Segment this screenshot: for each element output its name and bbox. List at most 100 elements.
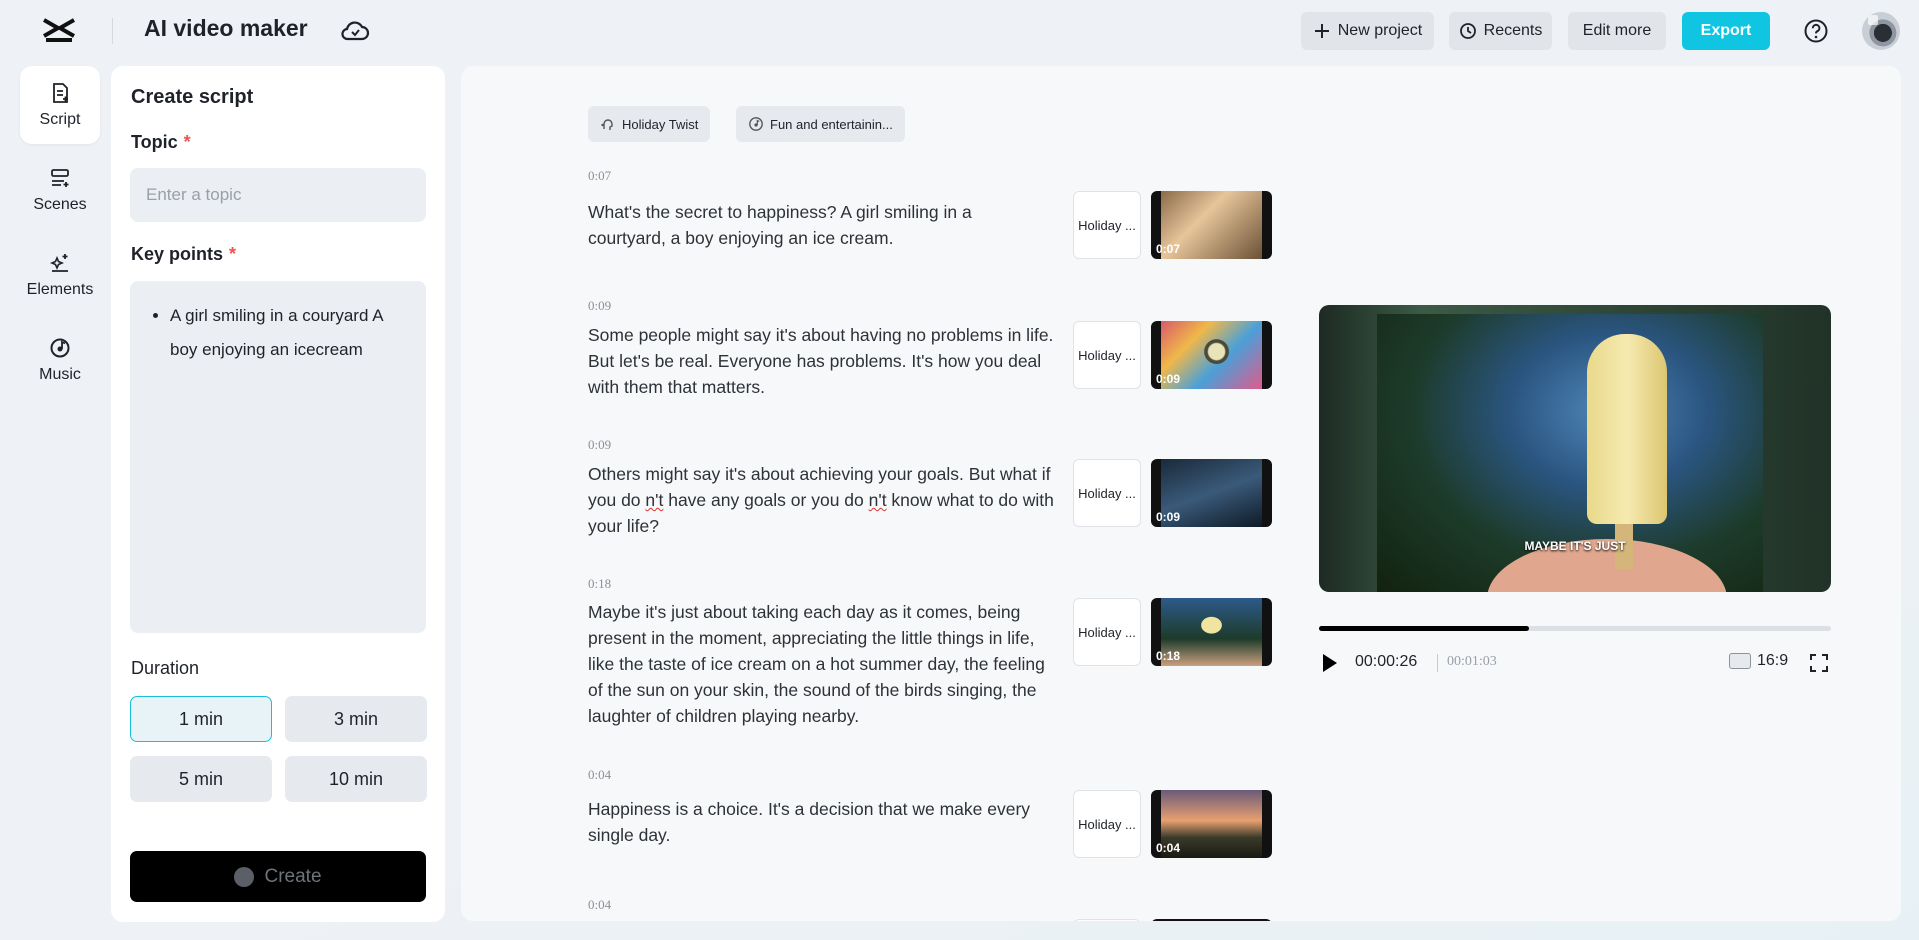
segment-time: 0:09	[588, 298, 611, 314]
help-icon[interactable]	[1803, 18, 1829, 44]
time-divider	[1437, 654, 1438, 672]
nav-item-script[interactable]: Script	[20, 66, 100, 144]
music-style-chip-label: Fun and entertainin...	[770, 117, 893, 132]
edit-more-button[interactable]: Edit more	[1568, 12, 1666, 50]
segment-text-part: have any goals or you do	[663, 490, 868, 510]
export-button[interactable]: Export	[1682, 12, 1770, 50]
segment-style-button[interactable]: Holiday ...	[1073, 321, 1141, 389]
music-icon	[48, 336, 72, 360]
music-disc-icon	[748, 116, 764, 132]
cloud-sync-icon[interactable]	[340, 18, 370, 44]
segment-thumbnail[interactable]	[1151, 919, 1272, 921]
segment-time: 0:09	[588, 437, 611, 453]
script-icon	[48, 81, 72, 105]
total-time: 00:01:03	[1447, 654, 1497, 670]
segment-thumbnail[interactable]: 0:18	[1151, 598, 1272, 666]
segment-time: 0:18	[588, 576, 611, 592]
recents-button[interactable]: Recents	[1449, 12, 1552, 50]
capcut-logo-icon[interactable]	[40, 14, 78, 48]
panel-title: Create script	[131, 86, 253, 109]
progress-fill	[1319, 626, 1529, 631]
recents-label: Recents	[1484, 22, 1543, 40]
preview-caption: MAYBE IT'S JUST	[1319, 539, 1831, 553]
create-label: Create	[264, 866, 321, 888]
segment-style-button[interactable]: Holiday ...	[1073, 790, 1141, 858]
left-nav: Script Scenes Elements Music	[20, 66, 100, 406]
segment-text[interactable]: Maybe it's just about taking each day as…	[588, 599, 1063, 729]
segment-text[interactable]: Happiness is a choice. It's a decision t…	[588, 796, 1063, 848]
play-icon[interactable]	[1323, 654, 1337, 672]
thumbnail-duration: 0:09	[1156, 510, 1180, 524]
segment-time: 0:04	[588, 767, 611, 783]
segment-time: 0:07	[588, 168, 611, 184]
duration-1min-button[interactable]: 1 min	[130, 696, 272, 742]
nav-item-elements[interactable]: Elements	[20, 236, 100, 314]
voice-chip[interactable]: Holiday Twist	[588, 106, 710, 142]
thumbnail-duration: 0:07	[1156, 242, 1180, 256]
segment-style-button[interactable]	[1073, 919, 1141, 921]
required-mark: *	[229, 244, 236, 264]
misspelled-word: n't	[645, 490, 663, 510]
aspect-ratio-icon	[1729, 653, 1751, 669]
segment-thumbnail[interactable]: 0:04	[1151, 790, 1272, 858]
segment-text[interactable]: Some people might say it's about having …	[588, 322, 1063, 400]
top-bar: AI video maker New project Recents Edit …	[0, 0, 1919, 62]
export-label: Export	[1701, 22, 1752, 40]
segment-text[interactable]: What's the secret to happiness? A girl s…	[588, 199, 1008, 251]
key-points-label: Key points *	[131, 244, 236, 265]
segment-text[interactable]: Others might say it's about achieving yo…	[588, 461, 1063, 539]
nav-item-music[interactable]: Music	[20, 321, 100, 399]
plus-icon	[1313, 22, 1331, 40]
create-script-panel: Create script Topic * Key points * A girl …	[111, 66, 445, 922]
app-title: AI video maker	[144, 15, 308, 42]
music-style-chip[interactable]: Fun and entertainin...	[736, 106, 905, 142]
loading-spinner-icon	[234, 867, 254, 887]
key-point-item: A girl smiling in a couryard A boy enjoy…	[170, 299, 406, 367]
voice-chip-label: Holiday Twist	[622, 117, 698, 132]
segment-style-button[interactable]: Holiday ...	[1073, 191, 1141, 259]
thumbnail-duration: 0:18	[1156, 649, 1180, 663]
nav-label-scenes: Scenes	[33, 196, 86, 214]
segment-style-button[interactable]: Holiday ...	[1073, 598, 1141, 666]
script-main-panel: Holiday Twist Fun and entertainin... 0:0…	[461, 66, 1901, 921]
duration-5min-button[interactable]: 5 min	[130, 756, 272, 802]
segment-time: 0:04	[588, 897, 611, 913]
segment-thumbnail[interactable]: 0:07	[1151, 191, 1272, 259]
duration-label: Duration	[131, 658, 199, 679]
scenes-icon	[48, 166, 72, 190]
new-project-label: New project	[1338, 22, 1422, 40]
nav-label-script: Script	[40, 111, 81, 129]
clock-icon	[1459, 22, 1477, 40]
nav-item-scenes[interactable]: Scenes	[20, 151, 100, 229]
required-mark: *	[184, 132, 191, 152]
key-points-textarea[interactable]: A girl smiling in a couryard A boy enjoy…	[130, 281, 426, 633]
edit-more-label: Edit more	[1583, 22, 1651, 40]
topic-label-text: Topic	[131, 132, 178, 152]
avatar[interactable]	[1862, 12, 1900, 50]
duration-10min-button[interactable]: 10 min	[285, 756, 427, 802]
key-points-label-text: Key points	[131, 244, 223, 264]
thumbnail-duration: 0:09	[1156, 372, 1180, 386]
thumbnail-duration: 0:04	[1156, 841, 1180, 855]
new-project-button[interactable]: New project	[1301, 12, 1434, 50]
topic-label: Topic *	[131, 132, 191, 153]
misspelled-word: n't	[869, 490, 887, 510]
aspect-ratio-button[interactable]: 16:9	[1729, 652, 1788, 670]
nav-label-music: Music	[39, 366, 81, 384]
elements-icon	[48, 251, 72, 275]
header-divider	[112, 18, 113, 44]
playback-progress-bar[interactable]	[1319, 626, 1831, 631]
duration-3min-button[interactable]: 3 min	[285, 696, 427, 742]
aspect-ratio-label: 16:9	[1757, 652, 1788, 670]
voice-icon	[600, 116, 616, 132]
video-preview[interactable]: MAYBE IT'S JUST	[1319, 305, 1831, 592]
segment-style-button[interactable]: Holiday ...	[1073, 459, 1141, 527]
fullscreen-icon[interactable]	[1809, 653, 1829, 673]
segment-thumbnail[interactable]: 0:09	[1151, 459, 1272, 527]
create-button[interactable]: Create	[130, 851, 426, 902]
topic-input[interactable]	[130, 168, 426, 222]
player-controls: 00:00:26 00:01:03 16:9	[1319, 649, 1831, 679]
current-time: 00:00:26	[1355, 653, 1417, 671]
segment-thumbnail[interactable]: 0:09	[1151, 321, 1272, 389]
preview-popsicle-shape	[1587, 334, 1667, 524]
